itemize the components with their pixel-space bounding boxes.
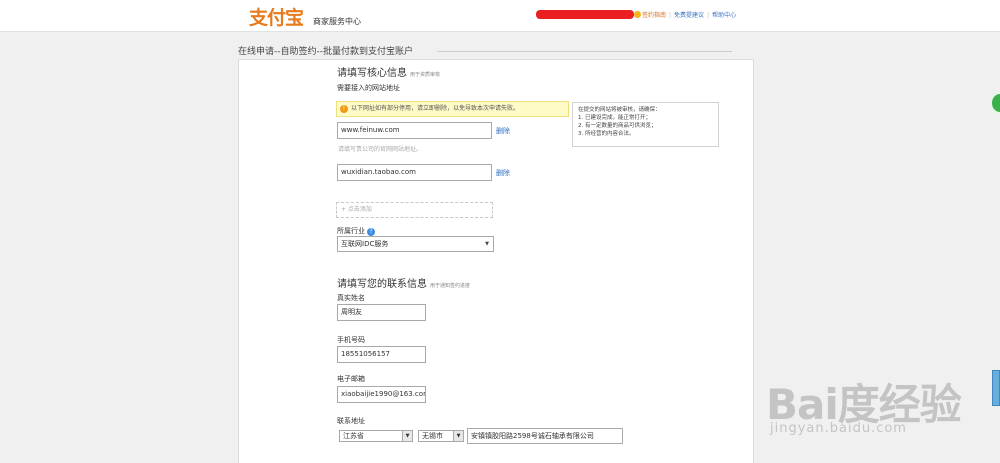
warning-banner: ! 以下网址如有部分停用，请立即删除，以免导致本次申请失败。	[336, 101, 569, 117]
site-address-label: 需要接入的网站地址	[337, 84, 400, 92]
link-separator: |	[707, 12, 710, 19]
site-url-input[interactable]: wuxidian.taobao.com	[337, 164, 492, 181]
site-url-input[interactable]: www.feinuw.com	[337, 122, 492, 139]
warning-text: 以下网址如有部分停用，请立即删除，以免导致本次申请失败。	[351, 105, 520, 112]
industry-select[interactable]: 互联网IDC服务 ▼	[337, 236, 494, 252]
add-site-button[interactable]: + 点击添加	[336, 202, 493, 218]
chevron-down-icon: ▼	[402, 431, 412, 441]
province-select[interactable]: 江苏省 ▼	[339, 430, 413, 442]
sign-guide-icon	[634, 11, 641, 18]
site-hint: 请填写贵公司的官网网站地址。	[338, 146, 423, 153]
tip-item: 1. 已建设完成，能正常打开；	[578, 115, 651, 121]
alipay-logo[interactable]: 支付宝	[249, 3, 304, 30]
phone-input[interactable]: 18551056157	[337, 346, 426, 363]
province-value: 江苏省	[343, 432, 364, 440]
feedback-link[interactable]: 免费提建议	[674, 12, 704, 19]
tip-title: 在提交的网站将被审核，请确保：	[578, 107, 661, 113]
industry-select-value: 互联网IDC服务	[341, 240, 389, 248]
help-center-link[interactable]: 帮助中心	[712, 12, 736, 19]
side-scroll-widget[interactable]	[992, 370, 1000, 406]
street-address-input[interactable]: 安镇镇胶阳路2598号诚石轴承有限公司	[467, 428, 623, 444]
redacted-account-name	[536, 10, 634, 19]
top-bar: 支付宝 商家服务中心 签约指南 | 免费提建议 | 帮助中心	[0, 0, 1000, 32]
floating-widget-icon[interactable]	[990, 92, 1000, 114]
city-value: 无锡市	[422, 432, 443, 440]
email-label: 电子邮箱	[337, 375, 365, 383]
link-separator: |	[669, 12, 672, 19]
tip-item: 2. 有一定数量的商品可供浏览；	[578, 123, 657, 129]
core-info-title: 请填写核心信息 用于资质审核	[337, 64, 440, 79]
real-name-input[interactable]: 周明友	[337, 304, 426, 321]
core-info-title-text: 请填写核心信息	[337, 68, 407, 79]
delete-site-button[interactable]: 删除	[496, 168, 510, 178]
warning-icon: !	[340, 105, 348, 113]
heading-divider	[437, 51, 732, 52]
watermark-url: jingyan.baidu.com	[770, 421, 907, 436]
help-icon[interactable]: ?	[367, 228, 375, 236]
contact-info-title-text: 请填写您的联系信息	[337, 279, 427, 290]
chevron-down-icon: ▼	[485, 241, 489, 247]
real-name-label: 真实姓名	[337, 294, 365, 302]
delete-site-button[interactable]: 删除	[496, 126, 510, 136]
page-heading: 在线申请--自助签约--批量付款到支付宝账户	[238, 47, 413, 57]
city-select[interactable]: 无锡市 ▼	[418, 430, 464, 442]
service-center-title: 商家服务中心	[313, 17, 361, 26]
address-label: 联系地址	[337, 417, 365, 425]
core-info-note: 用于资质审核	[410, 72, 441, 78]
email-input[interactable]: xiaobaijie1990@163.com	[337, 386, 426, 403]
industry-label: 所属行业?	[337, 226, 375, 236]
baidu-jingyan-watermark: Bai度经验 jingyan.baidu.com	[766, 355, 988, 445]
tip-item: 3. 所经营的内容合法。	[578, 131, 635, 137]
contact-info-title: 请填写您的联系信息 用于通知签约进度	[337, 275, 470, 290]
sign-guide-link[interactable]: 签约指南	[642, 12, 666, 19]
industry-label-text: 所属行业	[337, 227, 365, 235]
site-review-tip: 在提交的网站将被审核，请确保： 1. 已建设完成，能正常打开； 2. 有一定数量…	[572, 102, 719, 147]
chevron-down-icon: ▼	[453, 431, 463, 441]
contact-info-note: 用于通知签约进度	[430, 283, 471, 289]
phone-label: 手机号码	[337, 336, 365, 344]
top-links: 签约指南 | 免费提建议 | 帮助中心	[634, 10, 736, 19]
